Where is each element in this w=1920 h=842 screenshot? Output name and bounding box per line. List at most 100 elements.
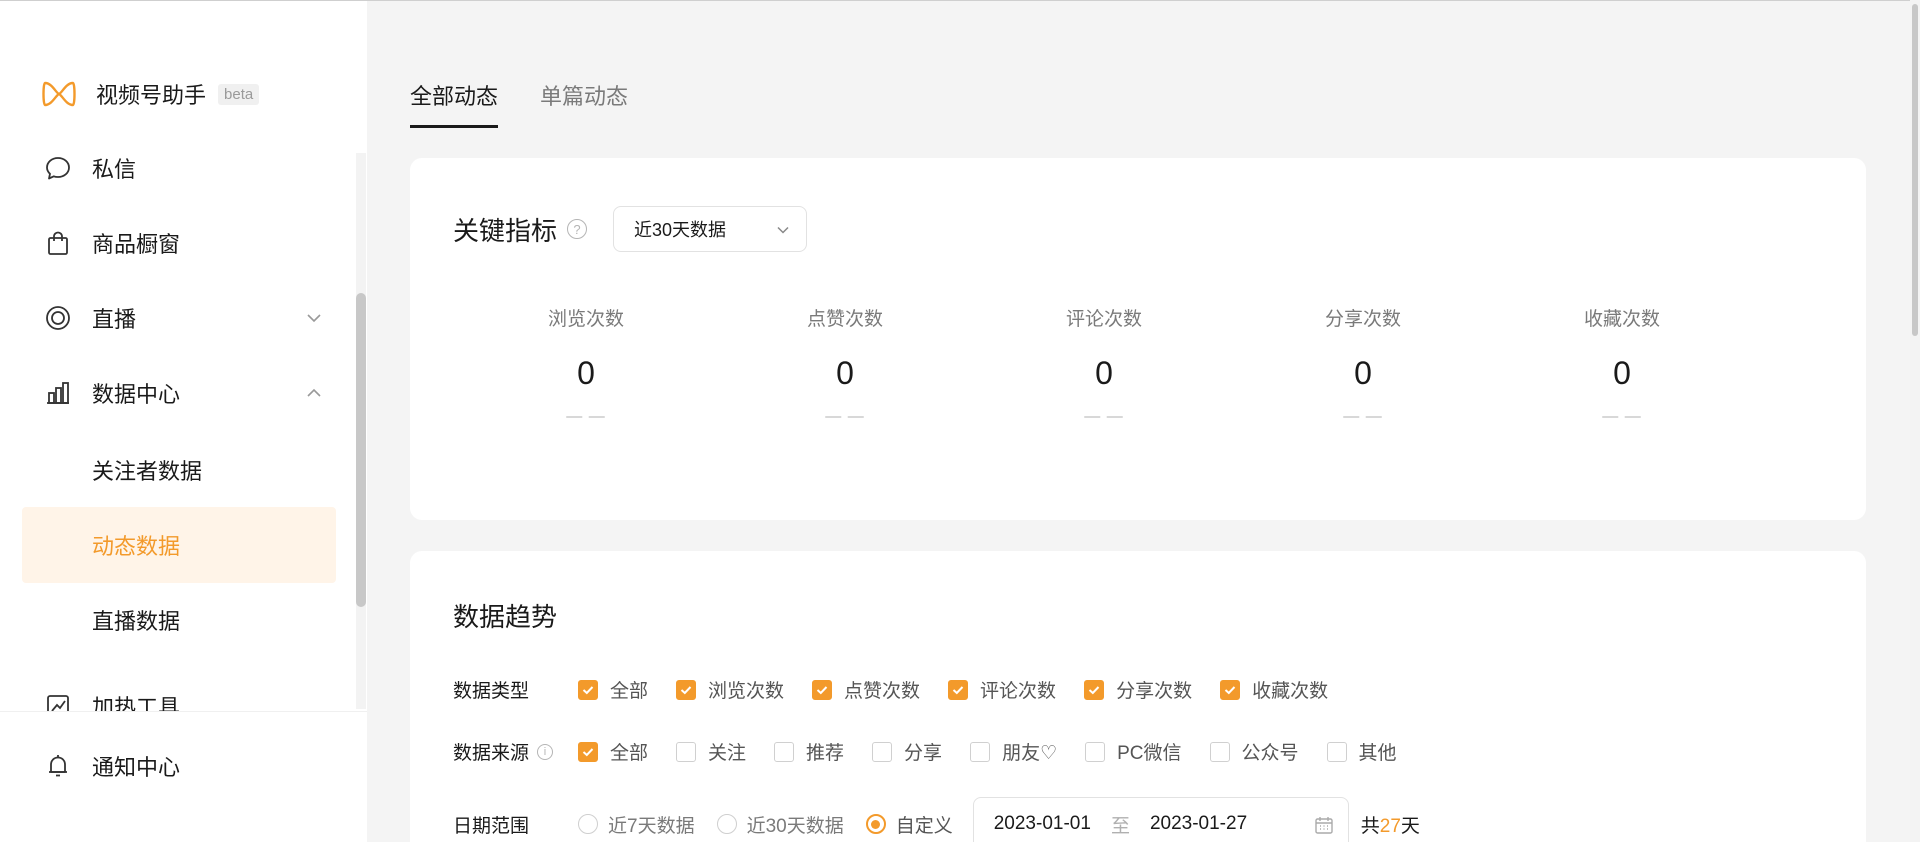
row-label-text: 数据来源 <box>453 743 530 764</box>
checkbox-type-likes[interactable]: 点赞次数 <box>812 676 920 703</box>
metric-likes: 点赞次数 0 — — <box>745 304 945 426</box>
checkbox-label: 关注 <box>708 743 747 764</box>
key-metrics-header: 关键指标 ? 近30天数据 <box>453 206 808 252</box>
sidebar-subitem-followers[interactable]: 关注者数据 <box>22 432 336 508</box>
check-icon <box>582 747 594 756</box>
info-icon[interactable]: i <box>537 743 554 760</box>
data-type-label: 数据类型 <box>453 676 578 703</box>
metric-label: 点赞次数 <box>806 309 883 330</box>
checkbox-box <box>872 741 893 762</box>
page-scrollbar[interactable] <box>1910 0 1920 842</box>
checkbox-type-views[interactable]: 浏览次数 <box>676 676 784 703</box>
checkbox-label: 浏览次数 <box>708 681 785 702</box>
checkbox-label: 评论次数 <box>980 681 1057 702</box>
date-range-label: 日期范围 <box>453 811 578 838</box>
start-date[interactable]: 2023-01-01 <box>994 813 1091 835</box>
sidebar-nav[interactable]: 私信 商品橱窗 直播 数据中心 关注者数据 动态数据 直播数据 加热工具 <box>0 141 367 711</box>
sidebar-subitem-live-data[interactable]: 直播数据 <box>22 582 336 658</box>
checkbox-source-pc-wechat[interactable]: PC微信 <box>1085 738 1182 765</box>
check-icon <box>1088 685 1100 694</box>
checkbox-box <box>1209 741 1230 762</box>
checkbox-box <box>676 741 697 762</box>
sidebar-item-boost-tools[interactable]: 加热工具 <box>44 686 324 711</box>
radio-dot <box>865 814 886 834</box>
check-icon <box>952 685 964 694</box>
radio-dot <box>716 814 737 834</box>
checkbox-type-all[interactable]: 全部 <box>578 676 648 703</box>
checkbox-source-other[interactable]: 其他 <box>1326 738 1397 765</box>
checkbox-source-share[interactable]: 分享 <box>872 738 942 765</box>
checkbox-box <box>578 741 598 762</box>
metric-trend: — — <box>566 408 606 425</box>
key-metrics-title: 关键指标 <box>453 215 558 246</box>
checkbox-box <box>1085 741 1106 762</box>
sidebar-item-messages[interactable]: 私信 <box>44 148 324 188</box>
radio-last-30-days[interactable]: 近30天数据 <box>716 811 844 838</box>
period-select-value: 近30天数据 <box>634 220 727 240</box>
checkbox-type-shares[interactable]: 分享次数 <box>1084 676 1192 703</box>
page-scrollbar-thumb[interactable] <box>1912 4 1918 336</box>
checkbox-source-official-account[interactable]: 公众号 <box>1209 738 1299 765</box>
sidebar-item-store[interactable]: 商品橱窗 <box>44 223 324 263</box>
checkbox-box <box>970 741 991 762</box>
checkbox-label: 朋友♡ <box>1002 743 1058 764</box>
radio-dot <box>578 814 598 834</box>
checkbox-type-favorites[interactable]: 收藏次数 <box>1220 676 1328 703</box>
chevron-up-icon[interactable] <box>304 383 324 403</box>
metric-label: 分享次数 <box>1324 309 1401 330</box>
sidebar-item-data-center[interactable]: 数据中心 <box>44 373 324 413</box>
checkbox-label: 全部 <box>610 743 649 764</box>
data-trend-title: 数据趋势 <box>453 602 558 632</box>
total-days-count: 27 <box>1379 815 1401 837</box>
checkbox-box <box>948 679 969 700</box>
checkbox-label: 公众号 <box>1241 743 1299 764</box>
data-type-row: 数据类型 全部 浏览次数 点赞次数 评论次数 分享次数 收藏次数 <box>453 676 1356 703</box>
check-icon <box>582 685 594 694</box>
checkbox-source-all[interactable]: 全部 <box>578 738 648 765</box>
data-source-row: 数据来源 i 全部 关注 推荐 分享 朋友♡ PC微信 公众号 其他 <box>453 738 1425 765</box>
metric-trend: — — <box>825 408 865 425</box>
check-icon <box>816 685 828 694</box>
metric-comments: 评论次数 0 — — <box>1004 304 1204 426</box>
date-range-row: 日期范围 近7天数据 近30天数据 自定义 2023-01-01 至 2023-… <box>453 797 1420 842</box>
checkbox-box <box>676 679 697 700</box>
channels-logo-icon <box>42 81 76 107</box>
chart-icon <box>44 379 72 407</box>
checkbox-box <box>1084 679 1105 700</box>
checkbox-source-follow[interactable]: 关注 <box>676 738 746 765</box>
sidebar-item-label: 加热工具 <box>92 695 181 711</box>
sidebar-item-notifications[interactable]: 通知中心 <box>44 746 324 786</box>
sidebar-subitem-posts[interactable]: 动态数据 <box>22 507 336 583</box>
checkbox-type-comments[interactable]: 评论次数 <box>948 676 1056 703</box>
end-date[interactable]: 2023-01-27 <box>1150 813 1247 835</box>
checkbox-source-friends[interactable]: 朋友♡ <box>970 738 1057 765</box>
sidebar-subitem-label: 关注者数据 <box>92 459 203 484</box>
metric-label: 评论次数 <box>1065 309 1142 330</box>
radio-custom[interactable]: 自定义 <box>865 811 953 838</box>
chevron-down-icon[interactable] <box>304 308 324 328</box>
sidebar-scrollbar-thumb[interactable] <box>356 293 366 607</box>
sidebar-item-live[interactable]: 直播 <box>44 298 324 338</box>
checkbox-label: PC微信 <box>1117 743 1182 764</box>
brand[interactable]: 视频号助手 beta <box>42 77 260 111</box>
help-icon[interactable]: ? <box>567 219 588 239</box>
checkbox-box <box>578 679 598 700</box>
sidebar-item-label: 商品橱窗 <box>92 232 181 257</box>
tab-all-posts[interactable]: 全部动态 <box>410 79 499 128</box>
sidebar-item-label: 通知中心 <box>92 755 181 780</box>
date-range-picker[interactable]: 2023-01-01 至 2023-01-27 <box>972 797 1349 842</box>
radio-last-7-days[interactable]: 近7天数据 <box>578 811 695 838</box>
sidebar-item-label: 私信 <box>92 157 137 182</box>
radio-label: 近30天数据 <box>746 815 844 837</box>
checkbox-source-recommend[interactable]: 推荐 <box>774 738 844 765</box>
calendar-icon[interactable] <box>1314 815 1334 835</box>
metric-value: 0 <box>577 355 595 391</box>
metric-value: 0 <box>836 355 854 391</box>
checkbox-label: 其他 <box>1358 743 1397 764</box>
tab-single-post[interactable]: 单篇动态 <box>540 79 628 128</box>
period-select[interactable]: 近30天数据 <box>613 206 808 252</box>
data-source-label: 数据来源 i <box>453 738 578 765</box>
row-label-text: 日期范围 <box>453 815 530 837</box>
sidebar-bottom: 通知中心 <box>0 711 367 842</box>
row-label-text: 数据类型 <box>453 681 530 702</box>
